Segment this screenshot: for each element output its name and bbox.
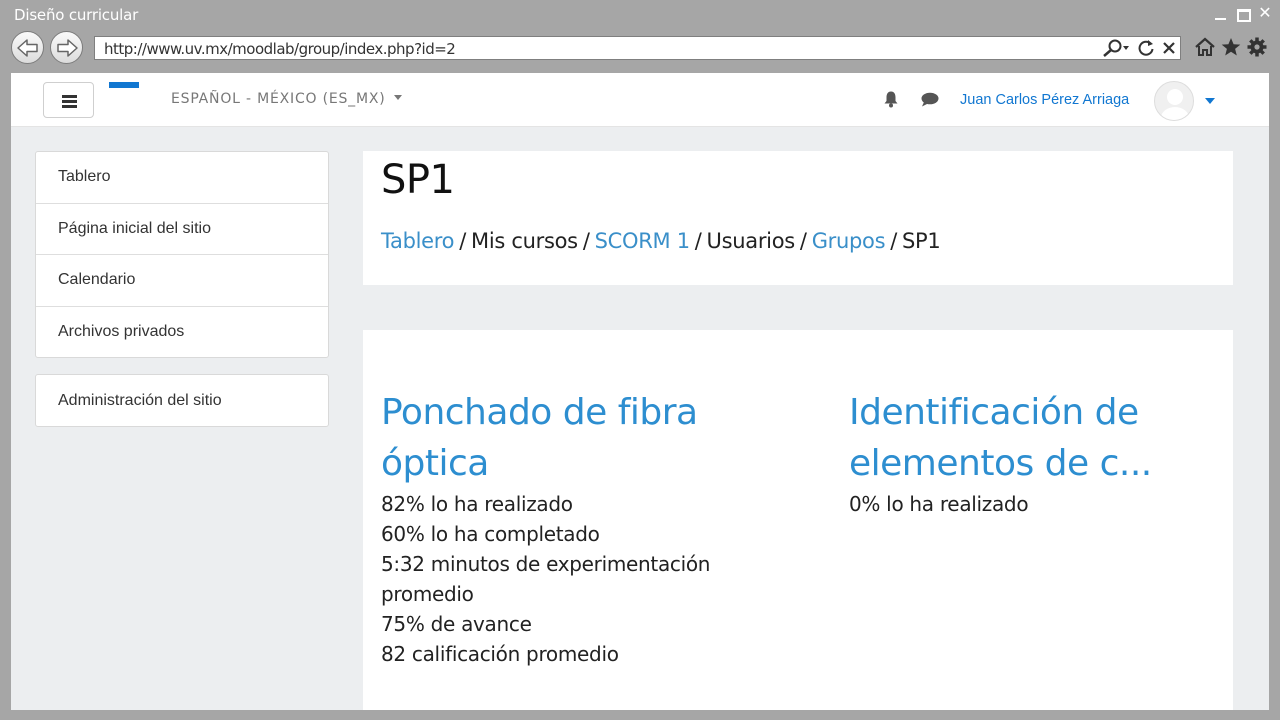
messages-chat-icon[interactable] [921,92,939,107]
user-name[interactable]: Juan Carlos Pérez Arriaga [960,92,1129,108]
minimize-icon[interactable] [1212,5,1230,23]
activity-title[interactable]: Identificación de elementos de c... [849,387,1219,489]
sidebar-admin: Administración del sitio [35,374,329,427]
site-logo[interactable] [109,82,139,88]
settings-gear-icon[interactable] [1246,36,1268,58]
chevron-down-icon [393,95,402,100]
language-label: ESPAÑOL - MÉXICO (ES_MX) [171,91,386,107]
url-text[interactable]: http://www.uv.mx/moodlab/group/index.php… [104,40,456,58]
breadcrumb-grupos[interactable]: Grupos [812,229,886,253]
sidebar-nav: Tablero Página inicial del sitio Calenda… [35,151,329,358]
close-icon[interactable]: ✕ [1256,5,1274,23]
forward-button[interactable] [50,31,83,64]
forward-arrow-icon [57,39,78,57]
window-controls: ✕ [1212,5,1274,23]
stat-tiempo-promedio: 5:32 minutos de experimentación promedio [381,552,711,606]
favorites-star-icon[interactable] [1220,36,1242,58]
home-icon[interactable] [1194,36,1216,58]
browser-right-icons [1194,36,1268,58]
notifications-bell-icon[interactable] [883,90,899,108]
activity-ponchado: Ponchado de fibra óptica 82% lo ha reali… [381,387,801,669]
address-bar-icons [1100,38,1176,58]
address-bar[interactable]: http://www.uv.mx/moodlab/group/index.php… [94,36,1181,60]
language-menu[interactable]: ESPAÑOL - MÉXICO (ES_MX) [171,91,402,107]
top-navbar: ESPAÑOL - MÉXICO (ES_MX) Juan Carlos Pér… [11,73,1269,127]
stat-calificacion: 82 calificación promedio [381,642,619,666]
user-menu-chevron-icon[interactable] [1205,98,1215,104]
breadcrumb-scorm[interactable]: SCORM 1 [595,229,690,253]
browser-toolbar: http://www.uv.mx/moodlab/group/index.php… [0,30,1280,70]
sidebar-item-administracion[interactable]: Administración del sitio [36,375,328,427]
stat-avance: 75% de avance [381,612,532,636]
stat-realizado: 82% lo ha realizado [381,492,573,516]
activity-identificacion: Identificación de elementos de c... 0% l… [849,387,1219,519]
activity-summary-card: Ponchado de fibra óptica 82% lo ha reali… [363,330,1233,710]
search-icon[interactable] [1100,38,1130,58]
page-header: SP1 Tablero / Mis cursos / SCORM 1/Usuarios /… [363,151,1233,285]
activity-title[interactable]: Ponchado de fibra óptica [381,387,801,489]
breadcrumb-tablero[interactable]: Tablero [381,229,455,253]
user-avatar[interactable] [1154,81,1194,121]
page-title: SP1 [381,157,455,203]
user-silhouette-icon [1161,89,1189,120]
breadcrumb-mis-cursos: Mis cursos [471,229,578,253]
stat-completado: 60% lo ha completado [381,522,600,546]
refresh-icon[interactable] [1136,38,1156,58]
sidebar-item-pagina-inicial[interactable]: Página inicial del sitio [36,204,328,255]
breadcrumb-usuarios: Usuarios [706,229,796,253]
window-titlebar: Diseño curricular ✕ [0,0,1280,30]
sidebar-item-archivos-privados[interactable]: Archivos privados [36,307,328,359]
maximize-icon[interactable] [1234,5,1252,23]
stat-realizado: 0% lo ha realizado [849,492,1029,516]
hamburger-icon [62,95,77,98]
stop-icon[interactable] [1162,38,1176,58]
window-title: Diseño curricular [14,6,139,24]
breadcrumb-current: SP1 [902,229,941,253]
back-arrow-icon [17,39,38,57]
breadcrumb: Tablero / Mis cursos / SCORM 1/Usuarios / Grup… [381,229,941,253]
sidebar-item-tablero[interactable]: Tablero [36,152,328,204]
sidebar-item-calendario[interactable]: Calendario [36,255,328,307]
back-button[interactable] [11,31,44,64]
web-page: ESPAÑOL - MÉXICO (ES_MX) Juan Carlos Pér… [11,73,1269,710]
menu-toggle-button[interactable] [43,82,94,118]
